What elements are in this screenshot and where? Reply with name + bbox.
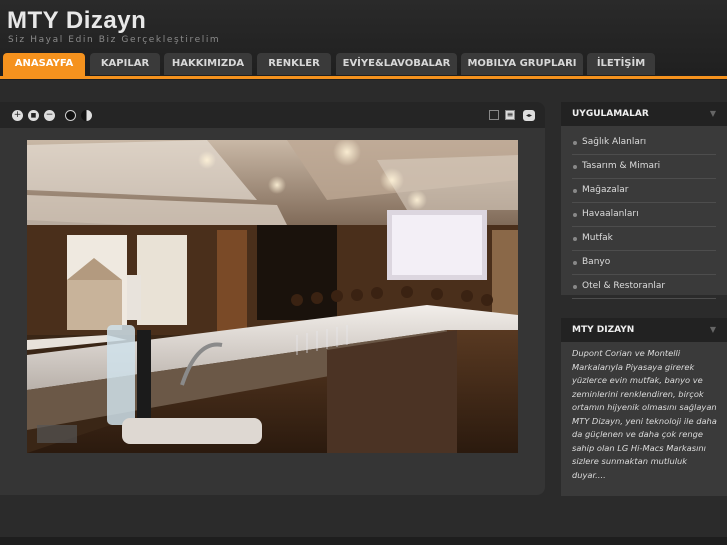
image-slideshow: + ■ − ≡ ◂▸ xyxy=(0,102,545,495)
dark-theme-icon[interactable] xyxy=(65,110,76,121)
nav-accent-line xyxy=(0,76,727,79)
nav-item-kapilar[interactable]: KAPILAR xyxy=(90,53,160,75)
nav-item-hakkimizda[interactable]: HAKKIMIZDA xyxy=(164,53,252,75)
sidebar-item-banyo[interactable]: Banyo xyxy=(572,251,716,275)
site-logo-title[interactable]: MTY Dizayn xyxy=(7,7,146,35)
sidebar-item-magazalar[interactable]: Mağazalar xyxy=(572,179,716,203)
stop-icon[interactable]: ■ xyxy=(28,110,39,121)
nav-item-iletisim[interactable]: İLETİŞİM xyxy=(587,53,655,75)
sidebar-item-mutfak[interactable]: Mutfak xyxy=(572,227,716,251)
zoom-in-icon[interactable]: + xyxy=(12,110,23,121)
nav-item-eviye-lavobalar[interactable]: EVİYE&LAVOBALAR xyxy=(336,53,457,75)
zoom-out-icon[interactable]: − xyxy=(44,110,55,121)
thumbnails-icon[interactable]: ≡ xyxy=(505,110,515,120)
nav-item-renkler[interactable]: RENKLER xyxy=(257,53,331,75)
page-footer xyxy=(0,537,727,545)
fullscreen-icon[interactable] xyxy=(489,110,499,120)
about-panel-title: MTY DIZAYN xyxy=(572,325,635,335)
collapse-chevron-icon[interactable]: ▼ xyxy=(710,318,716,342)
about-panel: MTY DIZAYN ▼ Dupont Corian ve Montelli M… xyxy=(561,318,727,496)
main-navigation: ANASAYFA KAPILAR HAKKIMIZDA RENKLER EVİY… xyxy=(0,53,727,78)
sidebar-item-tasarim-mimari[interactable]: Tasarım & Mimari xyxy=(572,155,716,179)
about-description: Dupont Corian ve Montelli Markalarıyla P… xyxy=(572,348,717,480)
sidebar-item-saglik-alanlari[interactable]: Sağlık Alanları xyxy=(572,131,716,155)
slideshow-image[interactable] xyxy=(27,140,518,453)
nav-arrows-icon[interactable]: ◂▸ xyxy=(523,110,535,121)
applications-panel: UYGULAMALAR ▼ Sağlık Alanları Tasarım & … xyxy=(561,102,727,299)
applications-panel-title: UYGULAMALAR xyxy=(572,109,649,119)
slideshow-toolbar: + ■ − ≡ ◂▸ xyxy=(0,102,545,128)
about-panel-header: MTY DIZAYN ▼ xyxy=(561,318,727,342)
sidebar-item-havaalanlari[interactable]: Havaalanları xyxy=(572,203,716,227)
collapse-chevron-icon[interactable]: ▼ xyxy=(710,102,716,126)
applications-panel-header: UYGULAMALAR ▼ xyxy=(561,102,727,126)
site-header: MTY Dizayn Siz Hayal Edin Biz Gerçekleşt… xyxy=(0,0,727,80)
site-tagline: Siz Hayal Edin Biz Gerçekleştirelim xyxy=(8,35,221,45)
restaurant-bar-photo xyxy=(27,140,518,453)
nav-item-mobilya-gruplari[interactable]: MOBILYA GRUPLARI xyxy=(461,53,583,75)
half-theme-icon[interactable] xyxy=(81,110,92,121)
sidebar-item-otel-restoranlar[interactable]: Otel & Restoranlar xyxy=(572,275,716,299)
nav-item-anasayfa[interactable]: ANASAYFA xyxy=(3,53,85,77)
